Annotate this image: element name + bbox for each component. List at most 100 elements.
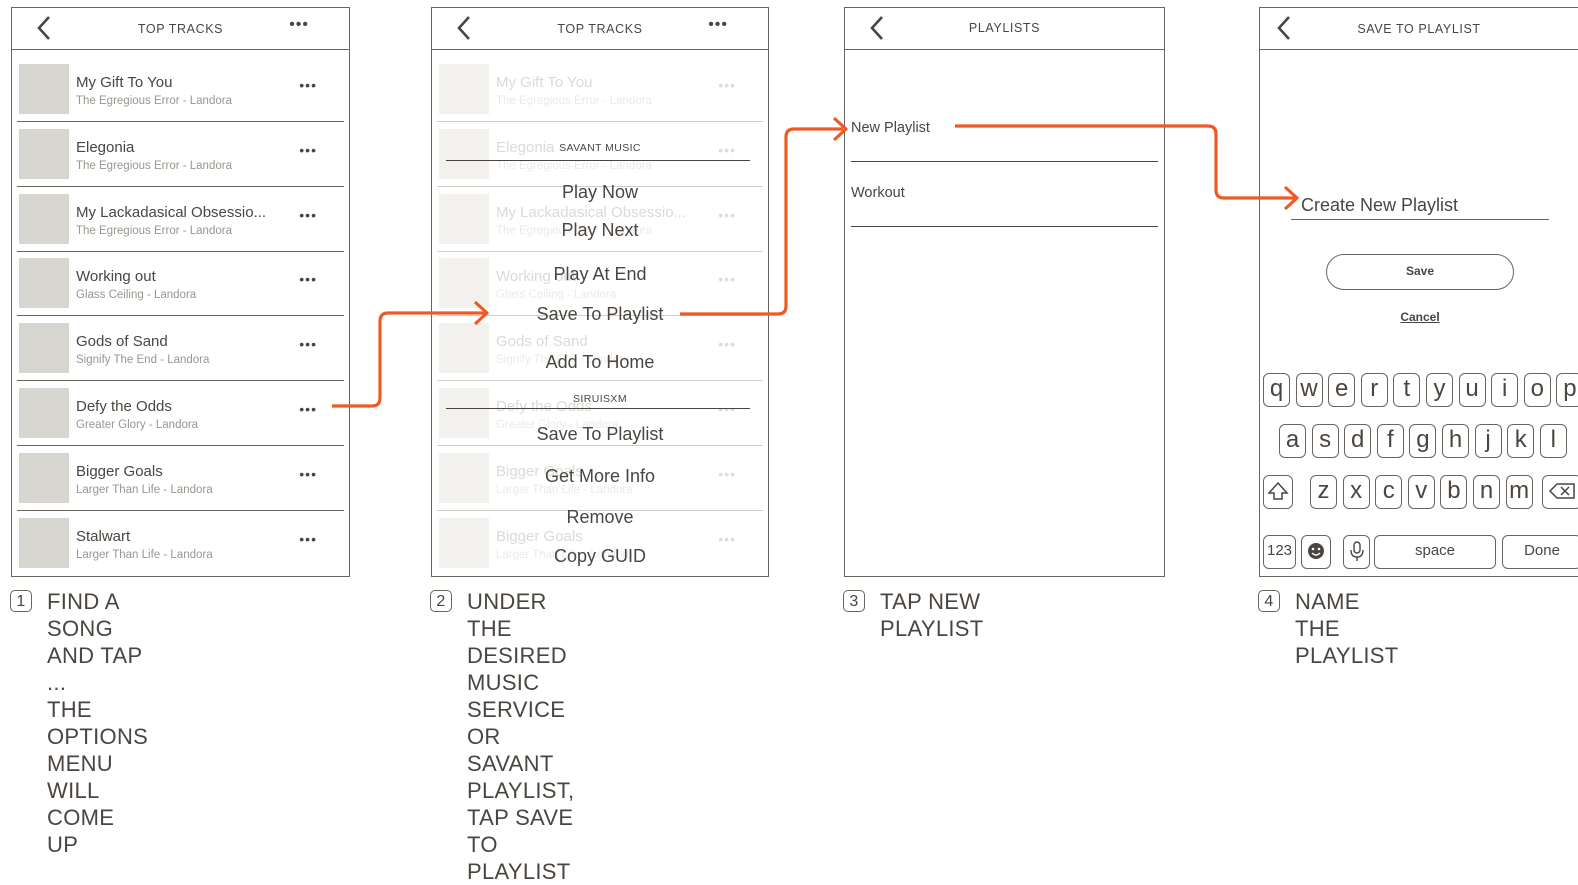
key-b[interactable]: b xyxy=(1440,475,1468,509)
key-u[interactable]: u xyxy=(1458,373,1486,407)
track-title: Defy the Odds xyxy=(76,398,172,415)
track-row[interactable]: Working out Glass Ceiling - Landora ••• xyxy=(12,251,349,316)
emoji-key[interactable] xyxy=(1301,535,1331,569)
track-subtitle: The Egregious Error - Landora xyxy=(76,225,232,237)
microphone-key[interactable] xyxy=(1343,535,1370,569)
key-y[interactable]: y xyxy=(1426,373,1453,407)
track-row[interactable]: My Lackadasical Obsessio... The Egregious… xyxy=(12,187,349,252)
track-title: Gods of Sand xyxy=(76,333,168,350)
album-art xyxy=(19,258,69,308)
screen-options-menu: TOP TRACKS ••• My Gift To You The Egregio… xyxy=(431,7,769,577)
menu-item-remove[interactable]: Remove xyxy=(432,507,768,528)
track-options-icon[interactable]: ••• xyxy=(299,336,317,352)
done-key[interactable]: Done xyxy=(1502,535,1578,569)
space-key[interactable]: space xyxy=(1374,535,1496,569)
key-j[interactable]: j xyxy=(1474,424,1502,458)
track-title: Elegonia xyxy=(76,139,135,156)
track-subtitle: Signify The End - Landora xyxy=(76,354,210,366)
header: PLAYLISTS xyxy=(845,8,1164,50)
track-subtitle: The Egregious Error - Landora xyxy=(76,95,232,107)
backspace-key[interactable] xyxy=(1542,475,1578,509)
album-art xyxy=(19,453,69,503)
track-title: Working out xyxy=(76,268,156,285)
divider xyxy=(851,161,1158,162)
track-subtitle: Greater Glory - Landora xyxy=(76,419,199,431)
microphone-icon xyxy=(1349,541,1364,561)
key-w[interactable]: w xyxy=(1295,373,1323,407)
key-f[interactable]: f xyxy=(1376,424,1404,458)
track-row[interactable]: Elegonia The Egregious Error - Landora ••• xyxy=(12,122,349,187)
shift-key[interactable] xyxy=(1263,475,1293,509)
step-number: 2 xyxy=(430,590,452,612)
key-q[interactable]: q xyxy=(1263,373,1290,407)
key-s[interactable]: s xyxy=(1311,424,1339,458)
key-k[interactable]: k xyxy=(1507,424,1535,458)
key-i[interactable]: i xyxy=(1491,373,1519,407)
header: SAVE TO PLAYLIST xyxy=(1260,8,1578,50)
track-options-icon[interactable]: ••• xyxy=(299,531,317,547)
header: TOP TRACKS ••• xyxy=(12,8,349,50)
track-row[interactable]: Defy the Odds Greater Glory - Landora ••• xyxy=(12,381,349,446)
menu-item-save-to-playlist[interactable]: Save To Playlist xyxy=(432,304,768,325)
track-options-icon[interactable]: ••• xyxy=(299,466,317,482)
menu-item-get-more-info[interactable]: Get More Info xyxy=(432,466,768,487)
track-row[interactable]: Stalwart Larger Than Life - Landora ••• xyxy=(12,511,349,576)
step-text: TAP NEW PLAYLIST xyxy=(880,589,984,641)
cancel-link[interactable]: Cancel xyxy=(1326,310,1514,324)
menu-header-siriusxm: SIRUISXM xyxy=(573,393,627,405)
menu-header-savant: SAVANT MUSIC xyxy=(559,142,641,154)
track-options-icon[interactable]: ••• xyxy=(299,271,317,287)
numbers-key[interactable]: 123 xyxy=(1263,535,1296,569)
key-a[interactable]: a xyxy=(1279,424,1306,458)
options-menu: SAVANT MUSIC Play Now Play Next Play At … xyxy=(432,8,768,576)
step-number: 1 xyxy=(10,590,32,612)
key-e[interactable]: e xyxy=(1328,373,1356,407)
menu-item-sirius-save-to-playlist[interactable]: Save To Playlist xyxy=(432,424,768,445)
track-options-icon[interactable]: ••• xyxy=(299,207,317,223)
track-title: My Gift To You xyxy=(76,74,173,91)
key-v[interactable]: v xyxy=(1407,475,1435,509)
album-art xyxy=(19,388,69,438)
track-row[interactable]: Gods of Sand Signify The End - Landora ••• xyxy=(12,316,349,381)
playlist-name-input[interactable]: Create New Playlist xyxy=(1301,195,1458,216)
emoji-icon xyxy=(1308,543,1324,559)
menu-item-play-at-end[interactable]: Play At End xyxy=(432,264,768,285)
more-options-icon[interactable]: ••• xyxy=(289,16,309,34)
key-d[interactable]: d xyxy=(1344,424,1372,458)
album-art xyxy=(19,323,69,373)
track-subtitle: Larger Than Life - Landora xyxy=(76,549,213,561)
menu-item-play-next[interactable]: Play Next xyxy=(432,220,768,241)
save-button[interactable]: Save xyxy=(1326,254,1514,290)
track-row[interactable]: Bigger Goals Larger Than Life - Landora ••… xyxy=(12,446,349,511)
key-l[interactable]: l xyxy=(1539,424,1567,458)
key-g[interactable]: g xyxy=(1409,424,1437,458)
track-row[interactable]: My Gift To You The Egregious Error - Land… xyxy=(12,57,349,122)
page-title: SAVE TO PLAYLIST xyxy=(1357,22,1481,36)
playlist-item-workout[interactable]: Workout xyxy=(851,185,905,201)
key-x[interactable]: x xyxy=(1342,475,1370,509)
key-c[interactable]: c xyxy=(1375,475,1403,509)
screen-top-tracks: TOP TRACKS ••• My Gift To You The Egregio… xyxy=(11,7,350,577)
track-subtitle: Glass Ceiling - Landora xyxy=(76,289,197,301)
menu-item-add-to-home[interactable]: Add To Home xyxy=(432,352,768,373)
key-z[interactable]: z xyxy=(1310,475,1337,509)
step-text: NAME THE PLAYLIST xyxy=(1295,589,1399,668)
key-m[interactable]: m xyxy=(1505,475,1533,509)
track-title: Bigger Goals xyxy=(76,463,163,480)
key-o[interactable]: o xyxy=(1523,373,1551,407)
album-art xyxy=(19,64,69,114)
key-t[interactable]: t xyxy=(1393,373,1421,407)
track-options-icon[interactable]: ••• xyxy=(299,142,317,158)
menu-item-play-now[interactable]: Play Now xyxy=(432,182,768,203)
track-subtitle: The Egregious Error - Landora xyxy=(76,160,232,172)
track-options-icon[interactable]: ••• xyxy=(299,77,317,93)
key-h[interactable]: h xyxy=(1442,424,1469,458)
menu-item-copy-guid[interactable]: Copy GUID xyxy=(432,546,768,567)
key-r[interactable]: r xyxy=(1360,373,1388,407)
playlist-item-new[interactable]: New Playlist xyxy=(851,120,930,136)
track-options-icon[interactable]: ••• xyxy=(299,401,317,417)
key-n[interactable]: n xyxy=(1473,475,1500,509)
track-subtitle: Larger Than Life - Landora xyxy=(76,484,213,496)
screen-save-to-playlist: SAVE TO PLAYLIST Create New Playlist Sav… xyxy=(1259,7,1578,577)
key-p[interactable]: p xyxy=(1556,373,1578,407)
